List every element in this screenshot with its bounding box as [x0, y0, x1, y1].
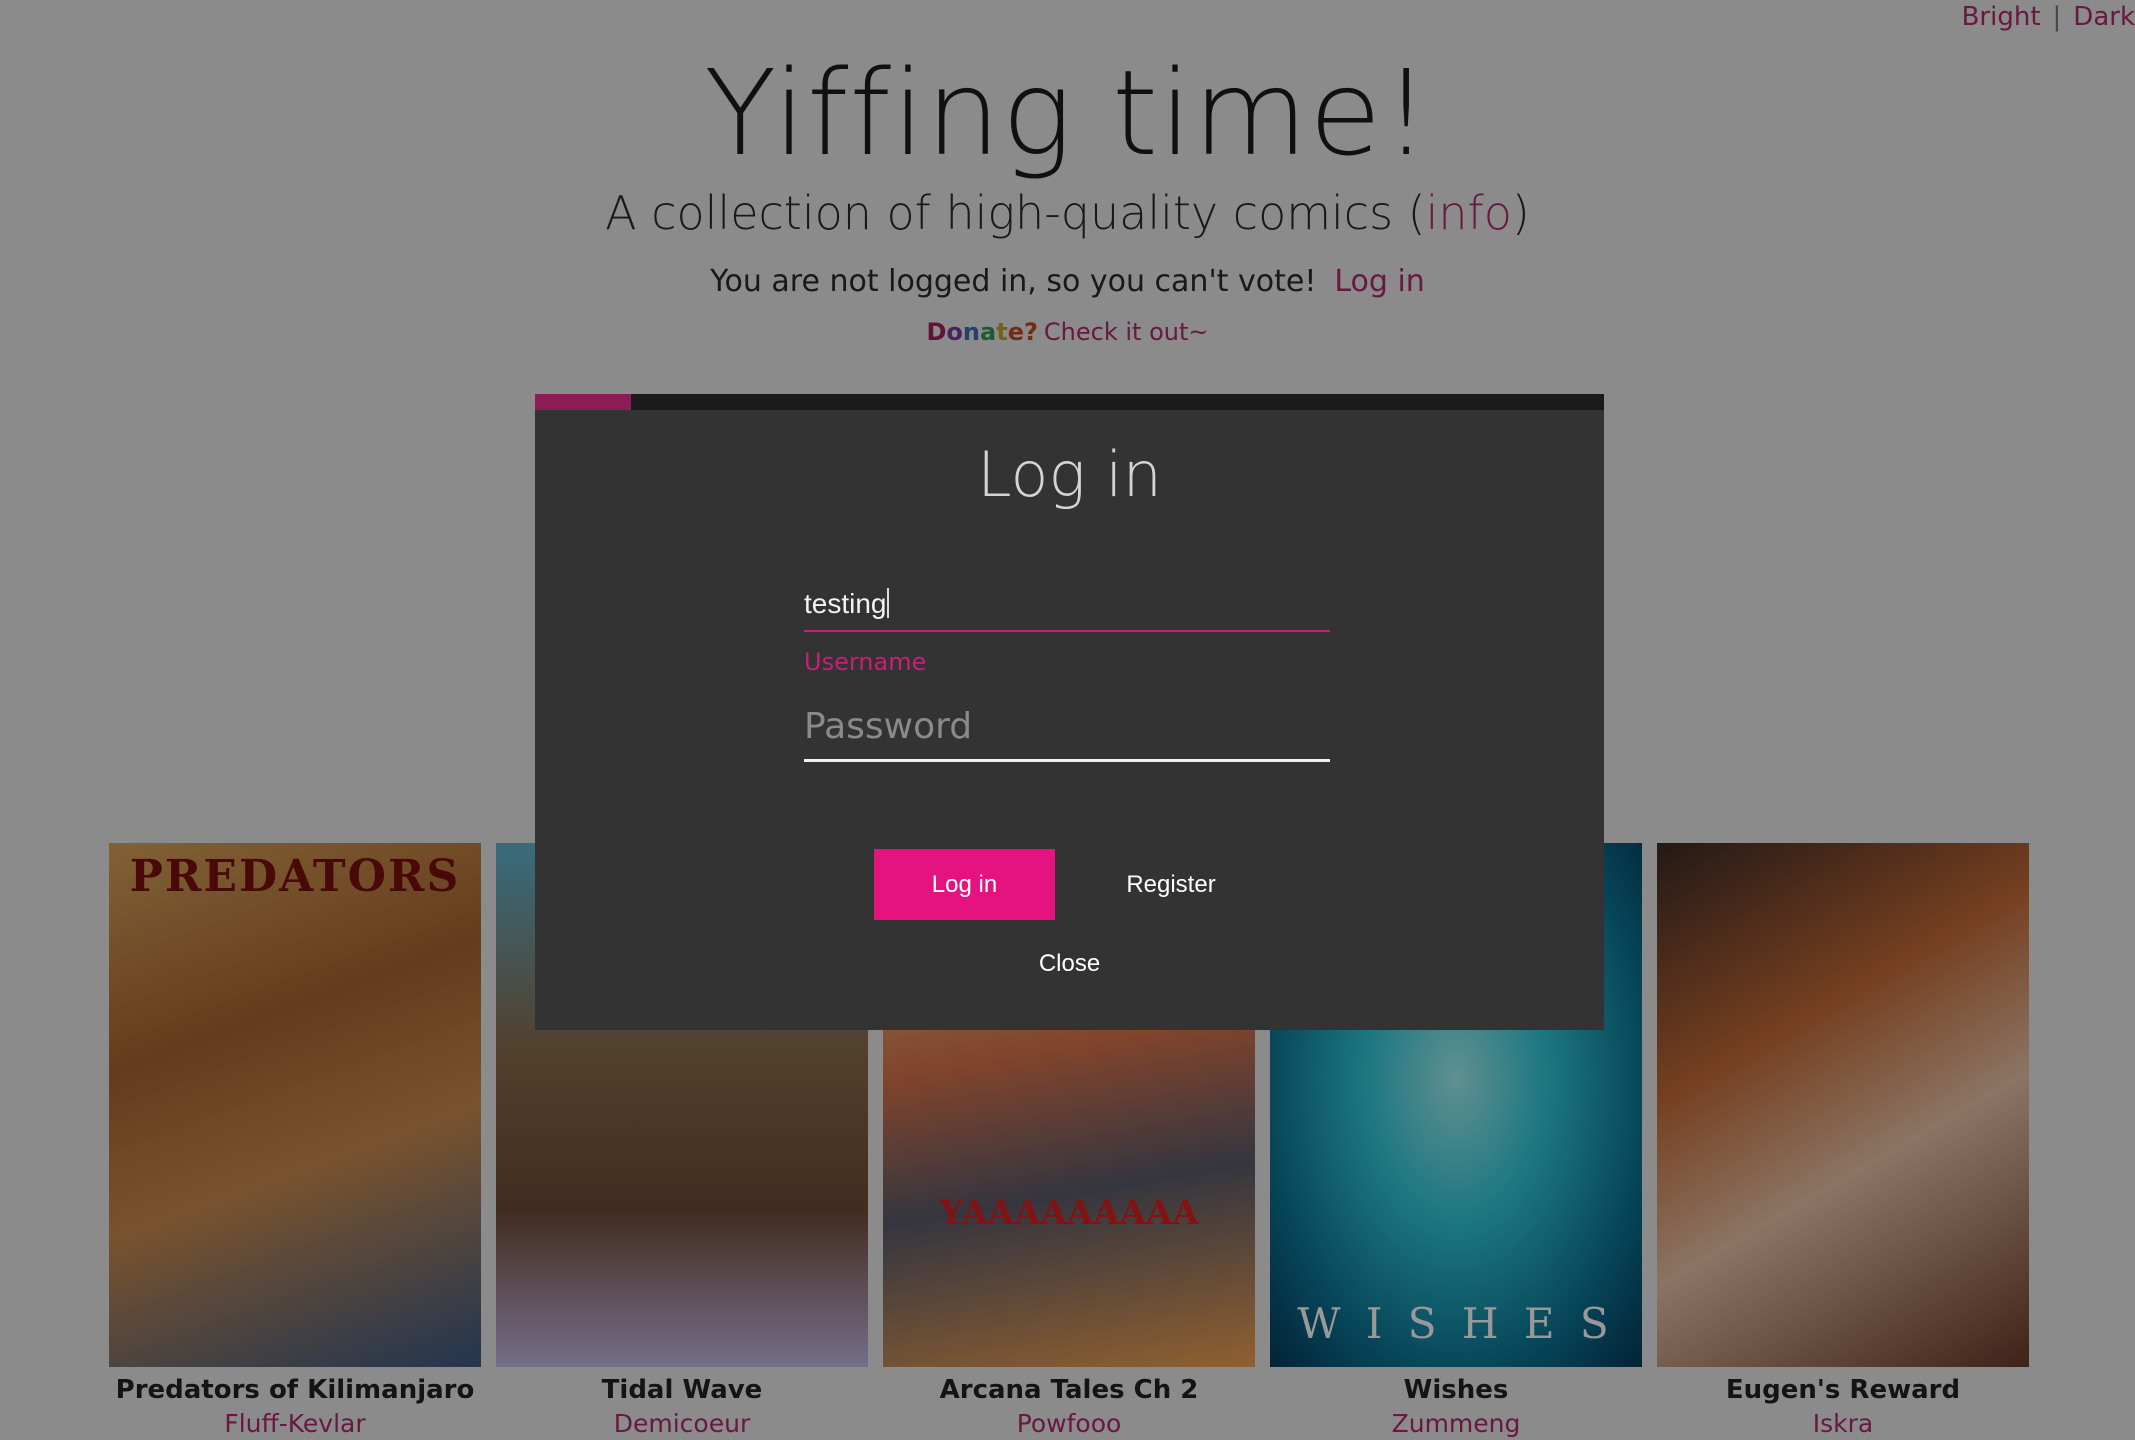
text-caret — [886, 588, 889, 618]
close-button[interactable]: Close — [535, 944, 1604, 984]
password-placeholder: Password — [804, 706, 973, 747]
modal-progress-fill — [535, 394, 632, 410]
page: Bright | Dark Yiffing time! A collection o… — [0, 0, 2135, 1440]
username-label: Username — [804, 648, 927, 676]
modal-progress-bar — [535, 394, 1604, 410]
username-input[interactable]: testing — [804, 580, 1330, 632]
login-modal: Log in testing Username Password Log in … — [535, 394, 1604, 1030]
username-value: testing — [804, 588, 887, 619]
register-button[interactable]: Register — [1101, 849, 1241, 920]
login-button[interactable]: Log in — [874, 849, 1055, 920]
password-input[interactable]: Password — [804, 706, 1330, 762]
modal-title: Log in — [977, 438, 1162, 511]
